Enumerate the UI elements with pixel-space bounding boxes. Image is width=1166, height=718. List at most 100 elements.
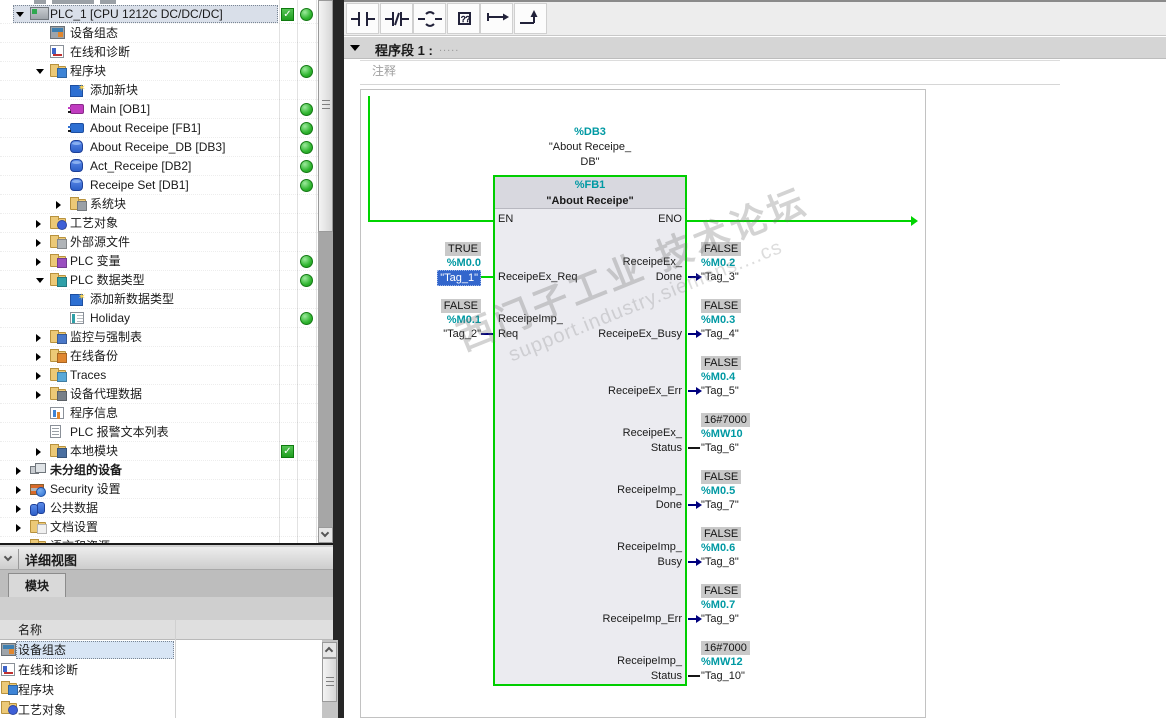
operand-tag[interactable]: "Tag_4" bbox=[701, 327, 801, 341]
tree-item-文档设置[interactable]: 文档设置 bbox=[0, 518, 318, 537]
tree-item-本地模块[interactable]: 本地模块 ✓ bbox=[0, 442, 318, 461]
detail-scrollbar-thumb[interactable] bbox=[322, 658, 337, 702]
tree-item-plc-变量[interactable]: PLC 变量 bbox=[0, 252, 318, 271]
detail-row-设备组态[interactable]: 设备组态 bbox=[0, 640, 320, 660]
network-title-bar[interactable]: 程序段 1 : ..... bbox=[344, 37, 1166, 59]
tree-scrollbar[interactable] bbox=[318, 0, 333, 543]
tree-item-traces[interactable]: Traces bbox=[0, 366, 318, 385]
tree-item-监控与强制表[interactable]: 监控与强制表 bbox=[0, 328, 318, 347]
tree-item-设备组态[interactable]: 设备组态 bbox=[0, 24, 318, 43]
collapse-chevron-icon[interactable] bbox=[3, 552, 13, 562]
tree-item-holiday[interactable]: Holiday bbox=[0, 309, 318, 328]
selected-tag[interactable]: "Tag_1" bbox=[437, 270, 481, 286]
expander-right-icon[interactable] bbox=[36, 239, 41, 247]
folder-blocks-icon bbox=[1, 681, 18, 695]
operand-tag[interactable]: "Tag_6" bbox=[701, 441, 801, 455]
expander-right-icon[interactable] bbox=[16, 524, 21, 532]
expander-right-icon[interactable] bbox=[56, 201, 61, 209]
pin-receipeimp-busy[interactable]: ReceipeImp_ Busy bbox=[561, 540, 682, 570]
no-contact-button[interactable] bbox=[346, 3, 379, 34]
nc-contact-button[interactable] bbox=[379, 3, 413, 34]
tree-item-about-receipe-fb1[interactable]: About Receipe [FB1] bbox=[0, 119, 318, 138]
tree-item-外部源文件[interactable]: 外部源文件 bbox=[0, 233, 318, 252]
tree-item-security-设置[interactable]: Security 设置 bbox=[0, 480, 318, 499]
expander-right-icon[interactable] bbox=[36, 220, 41, 228]
tree-item-receipe-set-db1[interactable]: Receipe Set [DB1] bbox=[0, 176, 318, 195]
tree-item-在线和诊断[interactable]: 在线和诊断 bbox=[0, 43, 318, 62]
pin-receipeimp-done[interactable]: ReceipeImp_ Done bbox=[561, 483, 682, 513]
pin-receipeex-done[interactable]: ReceipeEx_ Done bbox=[561, 255, 682, 285]
pin-receipeimp-status[interactable]: ReceipeImp_ Status bbox=[561, 654, 682, 684]
operand-tag[interactable]: "Tag_10" bbox=[701, 669, 801, 683]
tree-item-系统块[interactable]: 系统块 bbox=[0, 195, 318, 214]
close-branch-button[interactable] bbox=[513, 3, 547, 34]
tree-item-label: 添加新数据类型 bbox=[90, 292, 175, 306]
pin-receipeex-busy[interactable]: ReceipeEx_Busy bbox=[561, 327, 682, 342]
tree-item-about-receipe-db-db3[interactable]: About Receipe_DB [DB3] bbox=[0, 138, 318, 157]
tree-scroll-down-button[interactable] bbox=[318, 527, 333, 543]
network-collapse-triangle-icon[interactable] bbox=[350, 45, 360, 51]
tree-item-工艺对象[interactable]: 工艺对象 bbox=[0, 214, 318, 233]
expander-down-icon[interactable] bbox=[36, 278, 44, 283]
detail-row-在线和诊断[interactable]: 在线和诊断 bbox=[0, 660, 320, 680]
ungrouped-icon bbox=[30, 463, 46, 474]
expander-down-icon[interactable] bbox=[36, 69, 44, 74]
operand-tag[interactable]: "Tag_8" bbox=[701, 555, 801, 569]
name-column-header[interactable]: 名称 bbox=[0, 620, 333, 640]
detail-scrollbar[interactable] bbox=[322, 640, 338, 718]
coil-button[interactable] bbox=[413, 3, 446, 34]
en-pin[interactable]: EN bbox=[498, 213, 513, 225]
expander-right-icon[interactable] bbox=[36, 334, 41, 342]
operand-tag[interactable]: "Tag_7" bbox=[701, 498, 801, 512]
tree-item-设备代理数据[interactable]: 设备代理数据 bbox=[0, 385, 318, 404]
tree-item-未分组的设备[interactable]: 未分组的设备 bbox=[0, 461, 318, 480]
empty-box-button[interactable]: ?? bbox=[446, 3, 480, 34]
tree-item-程序信息[interactable]: 程序信息 bbox=[0, 404, 318, 423]
tree-item-plc-1-cpu-1212c-dc-dc-dc[interactable]: PLC_1 [CPU 1212C DC/DC/DC] ✓ bbox=[0, 5, 318, 24]
tree-item-公共数据[interactable]: 公共数据 bbox=[0, 499, 318, 518]
operand-tag[interactable]: "Tag_2" bbox=[381, 327, 481, 341]
tree-item-plc-报警文本列表[interactable]: PLC 报警文本列表 bbox=[0, 423, 318, 442]
expander-right-icon[interactable] bbox=[16, 486, 21, 494]
tab-modules[interactable]: 模块 bbox=[8, 573, 66, 597]
operand-tag[interactable]: "Tag_3" bbox=[701, 270, 801, 284]
detail-scroll-up-button[interactable] bbox=[322, 642, 337, 658]
network-comment-placeholder[interactable]: 注释 bbox=[372, 62, 396, 79]
panel-splitter[interactable] bbox=[333, 0, 344, 718]
detail-view-header[interactable]: 详细视图 bbox=[0, 547, 333, 570]
operand-tag[interactable]: "Tag_1" bbox=[381, 270, 481, 286]
pin-receipeimp-req[interactable]: ReceipeImp_ Req bbox=[498, 312, 563, 342]
pin-receipeex-err[interactable]: ReceipeEx_Err bbox=[561, 384, 682, 399]
operand-tag[interactable]: "Tag_5" bbox=[701, 384, 801, 398]
online-status-ok-icon bbox=[300, 141, 313, 154]
eno-pin[interactable]: ENO bbox=[561, 213, 682, 225]
pin-receipeex-status[interactable]: ReceipeEx_ Status bbox=[561, 426, 682, 456]
online-status-ok-icon bbox=[300, 255, 313, 268]
expander-right-icon[interactable] bbox=[36, 258, 41, 266]
instance-db-label[interactable]: %DB3 "About Receipe_ DB" bbox=[493, 125, 687, 170]
tree-item-act-receipe-db2[interactable]: Act_Receipe [DB2] bbox=[0, 157, 318, 176]
tree-item-main-ob1[interactable]: Main [OB1] bbox=[0, 100, 318, 119]
network-canvas[interactable]: %DB3 "About Receipe_ DB" %FB1 "About Rec… bbox=[360, 89, 926, 718]
expander-right-icon[interactable] bbox=[16, 505, 21, 513]
tree-item-在线备份[interactable]: 在线备份 bbox=[0, 347, 318, 366]
tree-scrollbar-thumb[interactable] bbox=[318, 0, 333, 232]
tree-item-label: PLC 变量 bbox=[70, 254, 121, 268]
detail-row-工艺对象[interactable]: 工艺对象 bbox=[0, 700, 320, 718]
tree-item-程序块[interactable]: 程序块 bbox=[0, 62, 318, 81]
detail-row-程序块[interactable]: 程序块 bbox=[0, 680, 320, 700]
operand-tag[interactable]: "Tag_9" bbox=[701, 612, 801, 626]
open-branch-button[interactable] bbox=[480, 3, 513, 34]
expander-right-icon[interactable] bbox=[36, 448, 41, 456]
pin-receipeimp-err[interactable]: ReceipeImp_Err bbox=[561, 612, 682, 627]
expander-right-icon[interactable] bbox=[16, 467, 21, 475]
tree-item-添加新数据类型[interactable]: 添加新数据类型 bbox=[0, 288, 318, 309]
tree-item-添加新块[interactable]: 添加新块 bbox=[0, 79, 318, 100]
header-divider bbox=[18, 549, 19, 569]
expander-right-icon[interactable] bbox=[36, 353, 41, 361]
expander-right-icon[interactable] bbox=[36, 372, 41, 380]
empty-box-icon: ?? bbox=[457, 12, 471, 25]
expander-right-icon[interactable] bbox=[36, 391, 41, 399]
tree-item-plc-数据类型[interactable]: PLC 数据类型 bbox=[0, 271, 318, 290]
expander-down-icon[interactable] bbox=[16, 12, 24, 17]
